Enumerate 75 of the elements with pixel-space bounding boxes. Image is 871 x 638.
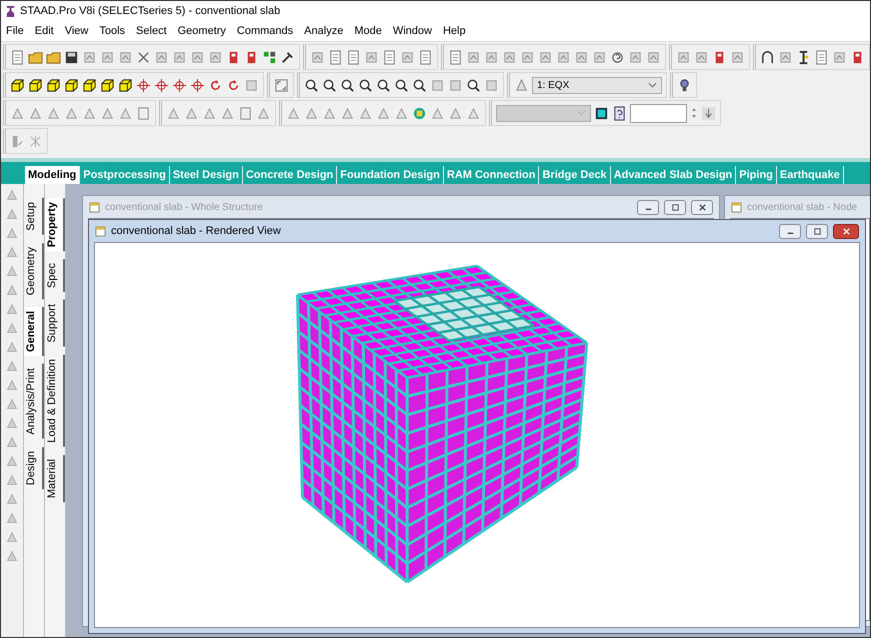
cube-icon[interactable] [46,78,61,92]
document-icon[interactable] [136,106,151,120]
window-title: conventional slab - Rendered View [111,225,282,237]
load-case-dropdown[interactable]: 1: EQX [532,76,662,94]
menu-item[interactable]: Tools [99,24,126,38]
zoom-icon[interactable] [376,78,391,92]
maximize-icon [812,226,822,236]
app-icon [5,4,16,18]
document-icon[interactable] [418,50,433,64]
rotate-icon[interactable] [226,78,241,92]
maximize-icon [670,202,680,212]
caret-icon [577,110,586,116]
rotate-icon[interactable] [136,78,151,92]
zoom-icon[interactable] [340,78,355,92]
menu-item[interactable]: Geometry [178,24,226,38]
zoom-icon[interactable] [358,78,373,92]
hammer-icon[interactable] [280,50,295,64]
rotate-icon[interactable] [172,78,187,92]
minimize-button[interactable] [779,224,801,238]
maximize-button[interactable] [664,200,686,214]
caret-icon [648,82,657,88]
window-icon [95,226,106,236]
cube-icon[interactable] [118,78,133,92]
close-button[interactable] [833,224,859,238]
cross-icon[interactable] [136,50,151,64]
close-button[interactable] [691,200,713,214]
maximize-button[interactable] [806,224,828,238]
close-icon [698,202,706,212]
zoom-icon[interactable] [412,78,427,92]
menu-item[interactable]: Mode [354,24,382,38]
folder-icon[interactable] [28,50,43,64]
window-title: STAAD.Pro V8i (SELECTseries 5) - conventional slab [20,5,280,17]
document-icon[interactable] [328,50,343,64]
zoom-icon[interactable] [304,78,319,92]
arch-icon[interactable] [760,50,775,64]
input-field[interactable] [630,104,687,122]
close-icon [842,226,850,236]
window-icon [731,202,742,212]
menu-item[interactable]: Analyze [304,24,344,38]
cube-icon[interactable] [10,78,25,92]
document-icon[interactable] [238,106,253,120]
document-icon[interactable] [814,50,829,64]
document-icon[interactable] [448,50,463,64]
menu-item[interactable]: Commands [236,24,294,38]
document-icon[interactable] [382,50,397,64]
cube-icon[interactable] [64,78,79,92]
menu-item[interactable]: File [6,24,24,38]
frame-icon[interactable] [274,78,289,92]
window-title: conventional slab - Whole Structure [105,202,264,212]
tool-icon[interactable] [262,50,277,64]
side-tab[interactable]: Property [45,198,65,252]
menu-item[interactable]: Edit [34,24,54,38]
window-icon [89,202,100,212]
cube-icon[interactable] [82,78,97,92]
document-icon[interactable] [346,50,361,64]
page-tab[interactable]: Modeling [25,166,80,184]
rotate-icon[interactable] [208,78,223,92]
menu-item[interactable]: Window [392,24,432,38]
zoom-icon[interactable] [322,78,337,92]
menu-item[interactable]: View [64,24,88,38]
rotate-icon[interactable] [190,78,205,92]
cube-icon[interactable] [100,78,115,92]
zoom-icon[interactable] [394,78,409,92]
menu-item[interactable]: Help [442,24,466,38]
menu-item[interactable]: Select [136,24,167,38]
zoom-icon[interactable] [466,78,481,92]
pyramid-icon[interactable] [514,78,529,92]
rotate-icon[interactable] [154,78,169,92]
cube-icon[interactable] [28,78,43,92]
side-tab[interactable]: General [24,307,44,356]
folder-icon[interactable] [46,50,61,64]
window-title: conventional slab - Node [747,202,858,212]
minimize-button[interactable] [637,200,659,214]
monitor-icon[interactable] [594,106,609,120]
document-icon[interactable] [10,50,25,64]
